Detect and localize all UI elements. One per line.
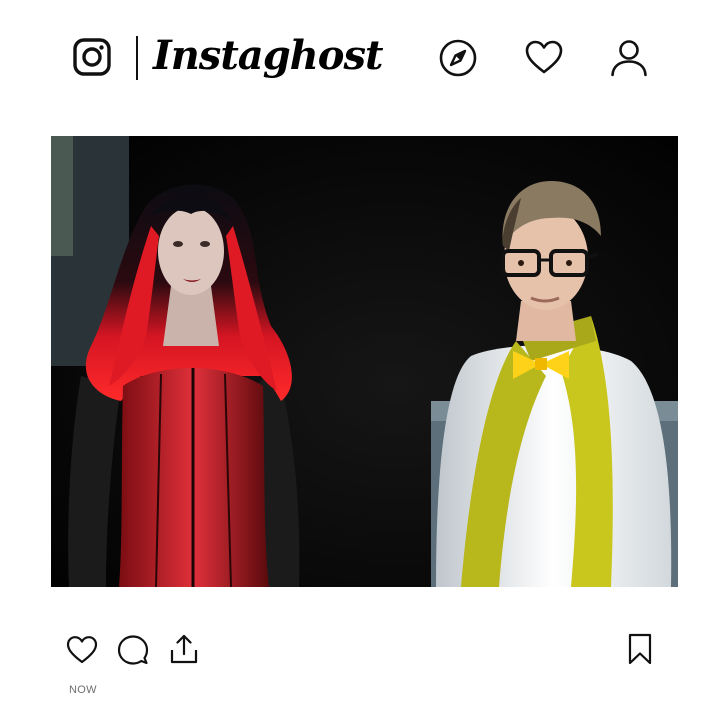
compass-icon[interactable]: [438, 38, 478, 78]
comment-icon[interactable]: [117, 634, 149, 666]
header-divider: [136, 36, 138, 80]
app-header: Instaghost: [0, 0, 720, 120]
share-icon[interactable]: [168, 633, 200, 665]
camera-logo-icon[interactable]: [73, 38, 111, 76]
instaghost-post-frame: Instaghost NOW: [0, 0, 720, 720]
user-icon[interactable]: [609, 38, 649, 78]
app-name-logo[interactable]: Instaghost: [153, 28, 383, 84]
post-timestamp: NOW: [69, 684, 97, 696]
post-photo[interactable]: [51, 136, 678, 587]
like-heart-icon[interactable]: [66, 634, 98, 666]
heart-icon[interactable]: [524, 38, 564, 78]
bookmark-icon[interactable]: [624, 633, 656, 665]
